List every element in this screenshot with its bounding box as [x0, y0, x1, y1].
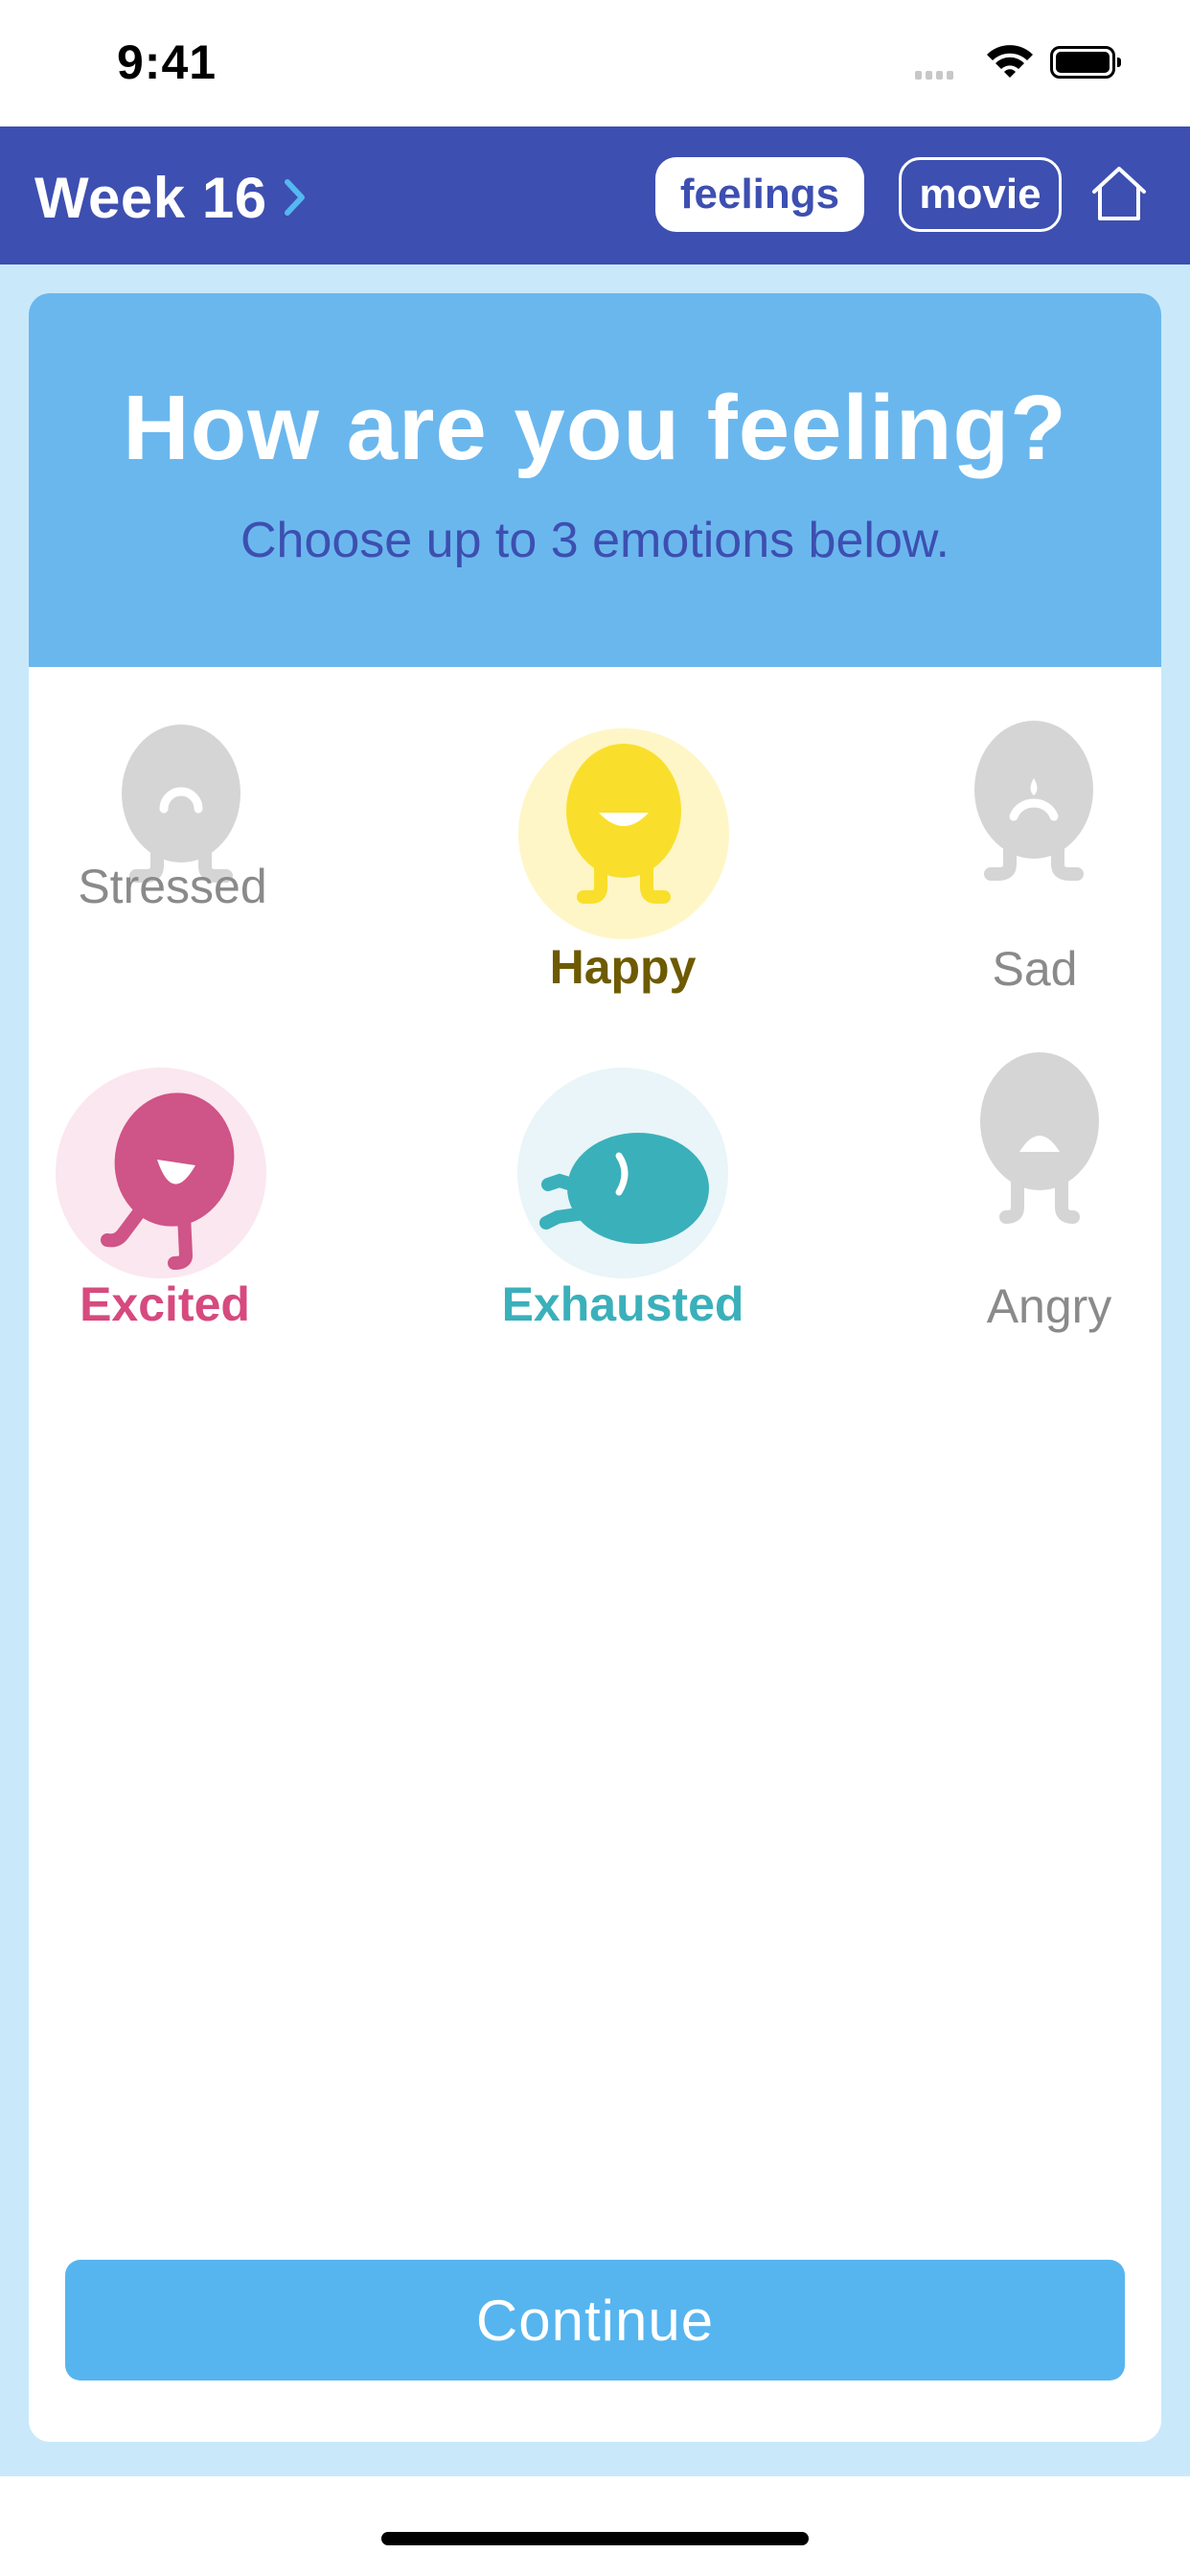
week-label: Week 16 — [34, 165, 267, 230]
emotion-happy[interactable]: Happy — [479, 728, 767, 994]
card-header: How are you feeling? Choose up to 3 emot… — [29, 293, 1161, 667]
week-selector[interactable]: Week 16 — [34, 159, 308, 236]
excited-monster-icon — [101, 1092, 235, 1270]
emotion-label: Sad — [992, 942, 1078, 996]
home-icon[interactable] — [1088, 163, 1150, 229]
emotion-label: Exhausted — [501, 1277, 744, 1331]
emotion-label: Excited — [80, 1277, 250, 1331]
chevron-right-icon — [283, 178, 308, 217]
nav-bar: Week 16 feelings movie — [0, 126, 1190, 264]
continue-button[interactable]: Continue — [65, 2260, 1125, 2380]
wifi-icon — [985, 42, 1035, 85]
happy-monster-icon — [566, 744, 681, 904]
cellular-signal-icon — [915, 67, 957, 84]
status-time: 9:41 — [117, 35, 217, 89]
emotion-angry[interactable]: Angry — [929, 1052, 1161, 1333]
emotion-exhausted[interactable]: Exhausted — [469, 1068, 776, 1336]
emotion-label: Stressed — [78, 860, 267, 913]
page-title: How are you feeling? — [123, 377, 1067, 479]
emotion-sad[interactable]: Sad — [929, 721, 1140, 996]
battery-icon — [1050, 46, 1121, 79]
emotion-label: Happy — [549, 940, 697, 994]
tab-feelings[interactable]: feelings — [655, 157, 864, 232]
emotion-excited[interactable]: Excited — [50, 1068, 280, 1336]
angry-monster-icon — [980, 1052, 1099, 1224]
status-bar: 9:41 — [0, 0, 1190, 126]
exhausted-monster-icon — [539, 1133, 709, 1244]
emotion-stressed[interactable]: Stressed — [57, 724, 287, 913]
feelings-card: How are you feeling? Choose up to 3 emot… — [29, 293, 1161, 2442]
home-indicator[interactable] — [381, 2532, 809, 2545]
sad-monster-icon — [974, 721, 1093, 881]
page-subtitle: Choose up to 3 emotions below. — [240, 513, 950, 568]
tab-movie[interactable]: movie — [899, 157, 1062, 232]
emotion-label: Angry — [986, 1279, 1112, 1333]
